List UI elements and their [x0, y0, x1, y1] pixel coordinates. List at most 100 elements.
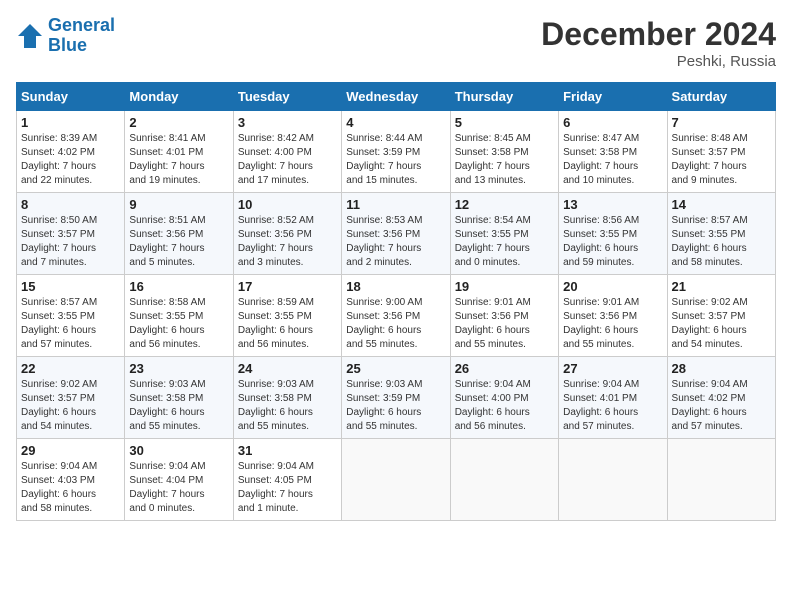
day-info: Sunrise: 8:57 AMSunset: 3:55 PMDaylight:… — [672, 214, 771, 270]
day-number: 29 — [21, 443, 120, 458]
calendar-cell: 10 Sunrise: 8:52 AMSunset: 3:56 PMDayligh… — [233, 193, 341, 275]
calendar-week-2: 8Sunrise: 8:50 AMSunset: 3:57 PMDaylight… — [17, 193, 776, 275]
day-number: 28 — [672, 361, 771, 376]
day-number: 4 — [346, 115, 445, 130]
calendar-cell: 13 Sunrise: 8:56 AMSunset: 3:55 PMDayligh… — [559, 193, 667, 275]
day-info: Sunrise: 8:57 AMSunset: 3:55 PMDaylight:… — [21, 296, 120, 352]
day-info: Sunrise: 9:01 AMSunset: 3:56 PMDaylight:… — [455, 296, 554, 352]
calendar-week-4: 22 Sunrise: 9:02 AMSunset: 3:57 PMDayligh… — [17, 357, 776, 439]
month-year-title: December 2024 — [541, 16, 776, 53]
day-number: 13 — [563, 197, 662, 212]
calendar-cell: 29 Sunrise: 9:04 AMSunset: 4:03 PMDayligh… — [17, 439, 125, 521]
day-number: 15 — [21, 279, 120, 294]
day-number: 30 — [129, 443, 228, 458]
calendar-cell: 26 Sunrise: 9:04 AMSunset: 4:00 PMDayligh… — [450, 357, 558, 439]
logo-icon — [16, 22, 44, 50]
weekday-header-thursday: Thursday — [450, 83, 558, 111]
calendar-cell: 21Sunrise: 9:02 AMSunset: 3:57 PMDayligh… — [667, 275, 775, 357]
day-info: Sunrise: 8:54 AMSunset: 3:55 PMDaylight:… — [455, 214, 554, 270]
day-number: 18 — [346, 279, 445, 294]
calendar-cell: 28 Sunrise: 9:04 AMSunset: 4:02 PMDayligh… — [667, 357, 775, 439]
calendar-cell — [559, 439, 667, 521]
calendar-cell: 3Sunrise: 8:42 AMSunset: 4:00 PMDaylight… — [233, 111, 341, 193]
day-info: Sunrise: 9:04 AMSunset: 4:01 PMDaylight:… — [563, 378, 662, 434]
day-info: Sunrise: 8:52 AMSunset: 3:56 PMDaylight:… — [238, 214, 337, 270]
calendar-week-3: 15 Sunrise: 8:57 AMSunset: 3:55 PMDayligh… — [17, 275, 776, 357]
day-number: 26 — [455, 361, 554, 376]
day-number: 21 — [672, 279, 771, 294]
day-info: Sunrise: 8:41 AMSunset: 4:01 PMDaylight:… — [129, 132, 228, 188]
day-number: 23 — [129, 361, 228, 376]
calendar-cell: 9 Sunrise: 8:51 AMSunset: 3:56 PMDaylight… — [125, 193, 233, 275]
day-number: 24 — [238, 361, 337, 376]
calendar-cell — [450, 439, 558, 521]
day-info: Sunrise: 9:03 AMSunset: 3:58 PMDaylight:… — [238, 378, 337, 434]
calendar-cell: 11 Sunrise: 8:53 AMSunset: 3:56 PMDayligh… — [342, 193, 450, 275]
day-info: Sunrise: 8:47 AMSunset: 3:58 PMDaylight:… — [563, 132, 662, 188]
calendar-week-5: 29 Sunrise: 9:04 AMSunset: 4:03 PMDayligh… — [17, 439, 776, 521]
day-number: 31 — [238, 443, 337, 458]
calendar-cell: 15 Sunrise: 8:57 AMSunset: 3:55 PMDayligh… — [17, 275, 125, 357]
logo-line2: Blue — [48, 35, 87, 55]
day-number: 2 — [129, 115, 228, 130]
calendar-cell: 16 Sunrise: 8:58 AMSunset: 3:55 PMDayligh… — [125, 275, 233, 357]
title-block: December 2024 Peshki, Russia — [541, 16, 776, 70]
day-number: 1 — [21, 115, 120, 130]
day-info: Sunrise: 8:56 AMSunset: 3:55 PMDaylight:… — [563, 214, 662, 270]
day-info: Sunrise: 8:51 AMSunset: 3:56 PMDaylight:… — [129, 214, 228, 270]
day-number: 25 — [346, 361, 445, 376]
day-info: Sunrise: 9:04 AMSunset: 4:02 PMDaylight:… — [672, 378, 771, 434]
day-number: 11 — [346, 197, 445, 212]
day-number: 9 — [129, 197, 228, 212]
day-number: 12 — [455, 197, 554, 212]
day-info: Sunrise: 8:39 AMSunset: 4:02 PMDaylight:… — [21, 132, 120, 188]
page-header: General Blue December 2024 Peshki, Russi… — [16, 16, 776, 70]
calendar-cell: 23 Sunrise: 9:03 AMSunset: 3:58 PMDayligh… — [125, 357, 233, 439]
day-info: Sunrise: 8:44 AMSunset: 3:59 PMDaylight:… — [346, 132, 445, 188]
calendar-header-row: SundayMondayTuesdayWednesdayThursdayFrid… — [17, 83, 776, 111]
calendar-cell: 5Sunrise: 8:45 AMSunset: 3:58 PMDaylight… — [450, 111, 558, 193]
calendar-cell: 31 Sunrise: 9:04 AMSunset: 4:05 PMDayligh… — [233, 439, 341, 521]
day-number: 6 — [563, 115, 662, 130]
weekday-header-friday: Friday — [559, 83, 667, 111]
calendar-cell: 4 Sunrise: 8:44 AMSunset: 3:59 PMDaylight… — [342, 111, 450, 193]
logo: General Blue — [16, 16, 115, 56]
day-number: 22 — [21, 361, 120, 376]
day-info: Sunrise: 9:03 AMSunset: 3:58 PMDaylight:… — [129, 378, 228, 434]
day-info: Sunrise: 9:04 AMSunset: 4:00 PMDaylight:… — [455, 378, 554, 434]
day-info: Sunrise: 8:59 AMSunset: 3:55 PMDaylight:… — [238, 296, 337, 352]
day-info: Sunrise: 9:04 AMSunset: 4:03 PMDaylight:… — [21, 460, 120, 516]
calendar-cell: 2 Sunrise: 8:41 AMSunset: 4:01 PMDaylight… — [125, 111, 233, 193]
calendar-cell: 25 Sunrise: 9:03 AMSunset: 3:59 PMDayligh… — [342, 357, 450, 439]
day-info: Sunrise: 9:04 AMSunset: 4:04 PMDaylight:… — [129, 460, 228, 516]
day-info: Sunrise: 8:48 AMSunset: 3:57 PMDaylight:… — [672, 132, 771, 188]
day-number: 19 — [455, 279, 554, 294]
weekday-header-wednesday: Wednesday — [342, 83, 450, 111]
calendar-cell: 30 Sunrise: 9:04 AMSunset: 4:04 PMDayligh… — [125, 439, 233, 521]
calendar-week-1: 1 Sunrise: 8:39 AMSunset: 4:02 PMDaylight… — [17, 111, 776, 193]
day-info: Sunrise: 8:58 AMSunset: 3:55 PMDaylight:… — [129, 296, 228, 352]
calendar-body: 1 Sunrise: 8:39 AMSunset: 4:02 PMDaylight… — [17, 111, 776, 521]
day-info: Sunrise: 9:00 AMSunset: 3:56 PMDaylight:… — [346, 296, 445, 352]
day-info: Sunrise: 9:02 AMSunset: 3:57 PMDaylight:… — [21, 378, 120, 434]
day-info: Sunrise: 9:04 AMSunset: 4:05 PMDaylight:… — [238, 460, 337, 516]
day-number: 17 — [238, 279, 337, 294]
calendar-cell: 22 Sunrise: 9:02 AMSunset: 3:57 PMDayligh… — [17, 357, 125, 439]
calendar-cell: 19 Sunrise: 9:01 AMSunset: 3:56 PMDayligh… — [450, 275, 558, 357]
day-info: Sunrise: 8:53 AMSunset: 3:56 PMDaylight:… — [346, 214, 445, 270]
day-number: 27 — [563, 361, 662, 376]
weekday-header-saturday: Saturday — [667, 83, 775, 111]
calendar-cell: 8Sunrise: 8:50 AMSunset: 3:57 PMDaylight… — [17, 193, 125, 275]
calendar-cell: 17 Sunrise: 8:59 AMSunset: 3:55 PMDayligh… — [233, 275, 341, 357]
day-number: 5 — [455, 115, 554, 130]
calendar-cell: 24 Sunrise: 9:03 AMSunset: 3:58 PMDayligh… — [233, 357, 341, 439]
day-number: 10 — [238, 197, 337, 212]
day-info: Sunrise: 9:03 AMSunset: 3:59 PMDaylight:… — [346, 378, 445, 434]
calendar-cell — [667, 439, 775, 521]
weekday-header-sunday: Sunday — [17, 83, 125, 111]
weekday-header-tuesday: Tuesday — [233, 83, 341, 111]
day-number: 16 — [129, 279, 228, 294]
calendar-cell: 27 Sunrise: 9:04 AMSunset: 4:01 PMDayligh… — [559, 357, 667, 439]
day-info: Sunrise: 9:01 AMSunset: 3:56 PMDaylight:… — [563, 296, 662, 352]
day-number: 8 — [21, 197, 120, 212]
